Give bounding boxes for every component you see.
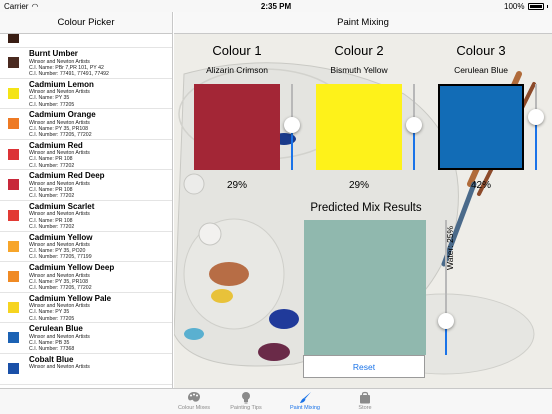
status-bar: Carrier ◠ 2:35 PM 100% — [0, 0, 552, 12]
colour-name: Cadmium Red Deep — [29, 171, 105, 181]
colour-ci-number: C.I. Number: 77202 — [29, 162, 75, 169]
colour-ci-number: C.I. Number: 77205, 77202 — [29, 285, 92, 292]
predicted-mix-swatch — [304, 220, 426, 355]
colour-swatch — [8, 148, 19, 160]
shopping-bag-icon — [358, 390, 372, 404]
status-time: 2:35 PM — [260, 1, 292, 11]
reset-button[interactable]: Reset — [303, 355, 425, 378]
colour-1-swatch[interactable] — [194, 84, 280, 170]
colour-swatch — [8, 271, 19, 283]
colour-3-percent: 42% — [470, 180, 491, 191]
colour-list-item[interactable]: Cadmium Scarlet Winsor and Newton Artists… — [0, 201, 172, 232]
predicted-mix-title: Predicted Mix Results — [310, 202, 422, 214]
colour-ci-number: C.I. Number: 77368 — [29, 346, 75, 353]
colour-2-title: Colour 2 — [334, 43, 384, 58]
colour-picker-panel: Colour Picker C.I. Number: 77491 Burnt Um… — [0, 12, 173, 388]
colour-name: Cerulean Blue — [29, 324, 83, 334]
paintbrush-icon — [298, 390, 312, 404]
colour-2-swatch[interactable] — [316, 84, 402, 170]
colour-name: Cadmium Yellow — [29, 232, 93, 242]
paint-mixing-panel: Paint Mixing Colour 1 Alizarin Crimson 29%… — [174, 12, 552, 388]
colour-ci-number: C.I. Number: 77202 — [29, 223, 75, 230]
colour-swatch — [8, 87, 19, 99]
tab-label: Store — [358, 405, 372, 411]
colour-swatch — [8, 301, 19, 313]
colour-name: Cadmium Scarlet — [29, 201, 95, 211]
colour-name: Burnt Umber — [29, 49, 78, 58]
colour-ci-number: C.I. Number: 77491, 77491, 77492 — [29, 70, 109, 77]
battery-icon — [527, 2, 544, 10]
tab-paint-mixing[interactable]: Paint Mixing — [273, 389, 337, 414]
colour-swatch — [8, 118, 19, 130]
colour-ci-number: C.I. Number: 77202 — [29, 193, 75, 200]
colour-swatch — [8, 209, 19, 221]
colour-swatch — [8, 57, 19, 68]
colour-list-item[interactable]: Cadmium Yellow Deep Winsor and Newton Art… — [0, 262, 172, 293]
colour-ci-number: C.I. Number: 77205, 77199 — [29, 254, 92, 261]
colour-list[interactable]: C.I. Number: 77491Burnt UmberWinsor and … — [0, 34, 172, 388]
colour-ci-number: C.I. Number: 77205 — [29, 101, 75, 108]
colour-1-slider[interactable] — [284, 84, 300, 170]
palette-icon — [187, 390, 201, 404]
tab-label: Paint Mixing — [290, 405, 320, 411]
colour-name: Cobalt Blue — [29, 354, 74, 364]
colour-ci-number: C.I. Number: 77205 — [29, 315, 75, 322]
colour-name: Cadmium Yellow Deep — [29, 263, 115, 273]
colour-1-title: Colour 1 — [212, 43, 262, 58]
colour-2-slider[interactable] — [406, 84, 422, 170]
tab-store[interactable]: Store — [333, 389, 397, 414]
colour-list-item[interactable]: C.I. Number: 77491 — [0, 34, 172, 48]
paint-mixing-title: Paint Mixing — [174, 12, 552, 34]
water-slider-knob[interactable] — [438, 313, 454, 330]
colour-list-item[interactable]: Cadmium Lemon Winsor and Newton Artists C.… — [0, 79, 172, 110]
colour-list-item[interactable]: Cadmium Red Deep Winsor and Newton Artist… — [0, 170, 172, 201]
colour-list-item[interactable]: Cadmium Orange Winsor and Newton Artists C… — [0, 109, 172, 140]
colour-list-item[interactable]: Cadmium Red Winsor and Newton Artists C.I.… — [0, 140, 172, 171]
colour-2-percent: 29% — [348, 180, 369, 191]
colour-swatch — [8, 240, 19, 252]
water-label: Water: 25% — [445, 225, 455, 270]
colour-2-name: Bismuth Yellow — [330, 65, 388, 75]
tab-label: Colour Mixes — [177, 405, 211, 411]
colour-ci-number: C.I. Number: 77205, 77202 — [29, 132, 92, 139]
colour-3-slider-knob[interactable] — [528, 108, 544, 125]
colour-name: Cadmium Red — [29, 140, 83, 150]
tab-painting-tips[interactable]: Painting Tips — [214, 389, 278, 414]
lightbulb-icon — [239, 390, 253, 404]
colour-swatch — [8, 34, 19, 43]
colour-maker: Winsor and Newton Artists — [29, 364, 90, 371]
colour-list-item[interactable]: Cerulean Blue Winsor and Newton Artists C.… — [0, 323, 172, 354]
colour-3-title: Colour 3 — [456, 43, 506, 58]
tab-label: Painting Tips — [230, 405, 262, 411]
colour-1-name: Alizarin Crimson — [206, 65, 268, 75]
colour-1-slider-knob[interactable] — [284, 117, 300, 134]
colour-2-slider-knob[interactable] — [406, 117, 422, 134]
colour-swatch — [8, 362, 19, 374]
colour-list-item[interactable]: Cobalt Blue Winsor and Newton Artists — [0, 354, 172, 385]
colour-3-name: Cerulean Blue — [454, 65, 508, 75]
colour-list-item[interactable]: Cadmium Yellow Pale Winsor and Newton Art… — [0, 293, 172, 324]
colour-1-percent: 29% — [226, 180, 247, 191]
colour-list-item[interactable]: Burnt Umber Winsor and Newton Artists C.I.… — [0, 48, 172, 79]
colour-name: Cadmium Lemon — [29, 79, 94, 89]
colour-ci-number: C.I. Number: 77491 — [29, 34, 172, 35]
colour-swatch — [8, 179, 19, 191]
colour-3-slider[interactable] — [528, 84, 544, 170]
wifi-icon: ◠ — [31, 1, 39, 11]
colour-name: Cadmium Yellow Pale — [29, 293, 112, 303]
carrier-label: Carrier — [4, 1, 29, 11]
tab-bar: Colour Mixes Painting Tips Paint Mixing Sto… — [0, 388, 552, 414]
colour-name: Cadmium Orange — [29, 110, 96, 120]
colour-3-swatch[interactable] — [438, 84, 524, 170]
battery-percent: 100% — [504, 1, 525, 11]
colour-picker-title: Colour Picker — [0, 12, 172, 34]
colour-swatch — [8, 332, 19, 344]
colour-list-item[interactable]: Cadmium Yellow Winsor and Newton Artists C… — [0, 232, 172, 263]
